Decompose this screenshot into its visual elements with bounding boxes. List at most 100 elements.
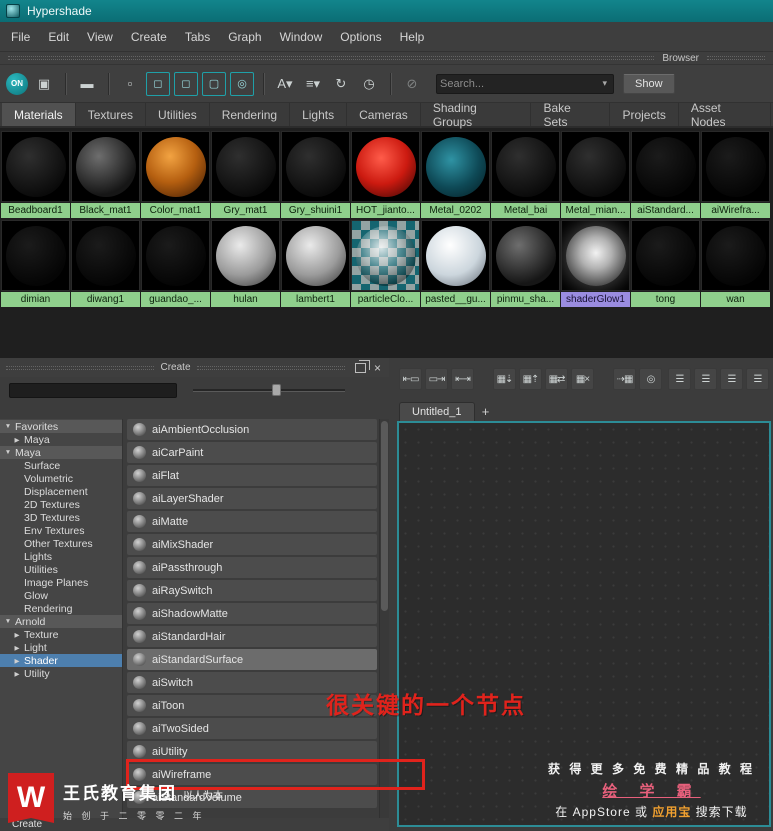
menu-edit[interactable]: Edit <box>39 22 78 51</box>
menu-options[interactable]: Options <box>331 22 390 51</box>
material-swatch-gry-shuini1[interactable]: Gry_shuini1 <box>281 131 350 218</box>
tree-item-texture[interactable]: ▶ Texture <box>0 628 122 641</box>
collapse-arrow-icon[interactable]: ▶ <box>13 644 21 652</box>
render-view-icon[interactable]: ▣ <box>32 72 56 96</box>
tab-textures[interactable]: Textures <box>76 103 147 126</box>
new-tab-button[interactable]: + <box>475 402 497 421</box>
expand-arrow-icon[interactable]: ▼ <box>4 618 12 625</box>
tree-item-rendering[interactable]: Rendering <box>0 602 122 615</box>
medium-swatch-icon[interactable]: ◻ <box>174 71 198 96</box>
node-item-aipassthrough[interactable]: aiPassthrough <box>127 557 377 578</box>
layout-full-icon[interactable]: ☰ <box>668 368 691 390</box>
sort-alphabetical-icon[interactable]: A▾ <box>273 72 297 96</box>
node-item-airayswitch[interactable]: aiRaySwitch <box>127 580 377 601</box>
node-item-ailayershader[interactable]: aiLayerShader <box>127 488 377 509</box>
material-swatch-particleclo[interactable]: particleClo... <box>351 220 420 307</box>
float-panel-icon[interactable] <box>354 359 370 373</box>
collapse-arrow-icon[interactable]: ▶ <box>13 670 21 678</box>
refresh-swatches-icon[interactable]: ↻ <box>329 72 353 96</box>
swatch-size-slider[interactable] <box>193 383 345 397</box>
node-item-aiutility[interactable]: aiUtility <box>127 741 377 762</box>
node-item-aitwosided[interactable]: aiTwoSided <box>127 718 377 739</box>
tab-lights[interactable]: Lights <box>290 103 348 126</box>
tree-item-arnold[interactable]: ▼ Arnold <box>0 615 122 628</box>
collapse-arrow-icon[interactable]: ▶ <box>13 436 21 444</box>
node-item-aistandardhair[interactable]: aiStandardHair <box>127 626 377 647</box>
menu-window[interactable]: Window <box>271 22 332 51</box>
tree-item-glow[interactable]: Glow <box>0 589 122 602</box>
title-bar[interactable]: Hypershade <box>0 0 773 22</box>
tab-shading-groups[interactable]: Shading Groups <box>421 101 532 129</box>
tree-item-env-textures[interactable]: Env Textures <box>0 524 122 537</box>
tree-item-light[interactable]: ▶ Light <box>0 641 122 654</box>
material-swatch-hot-jianto[interactable]: HOT_jianto... <box>351 131 420 218</box>
material-swatch-guandao[interactable]: guandao_... <box>141 220 210 307</box>
material-swatch-hulan[interactable]: hulan <box>211 220 280 307</box>
node-item-aimatte[interactable]: aiMatte <box>127 511 377 532</box>
show-output-connections-icon[interactable]: ▭⇥ <box>425 368 448 390</box>
tree-item-utilities[interactable]: Utilities <box>0 563 122 576</box>
collapse-arrow-icon[interactable]: ▶ <box>13 657 21 665</box>
node-item-aiambientocclusion[interactable]: aiAmbientOcclusion <box>127 419 377 440</box>
material-swatch-metal-0202[interactable]: Metal_0202 <box>421 131 490 218</box>
material-swatch-lambert1[interactable]: lambert1 <box>281 220 350 307</box>
menu-view[interactable]: View <box>78 22 122 51</box>
create-panel-header[interactable]: Create × <box>0 358 389 377</box>
material-swatch-pasted-gu[interactable]: pasted__gu... <box>421 220 490 307</box>
material-swatch-wan[interactable]: wan <box>701 220 770 307</box>
material-swatch-dimian[interactable]: dimian <box>1 220 70 307</box>
material-swatch-gry-mat1[interactable]: Gry_mat1 <box>211 131 280 218</box>
node-item-aiflat[interactable]: aiFlat <box>127 465 377 486</box>
material-swatch-diwang1[interactable]: diwang1 <box>71 220 140 307</box>
menu-graph[interactable]: Graph <box>219 22 270 51</box>
collapse-arrow-icon[interactable]: ▶ <box>13 631 21 639</box>
large-swatch-icon[interactable]: ▢ <box>202 71 226 96</box>
small-swatch-icon[interactable]: ◻ <box>146 71 170 96</box>
show-input-connections-icon[interactable]: ⇤▭ <box>399 368 422 390</box>
create-filter-input[interactable] <box>9 382 177 398</box>
filter-off-icon[interactable]: ⊘ <box>400 72 424 96</box>
menu-tabs[interactable]: Tabs <box>176 22 219 51</box>
tab-projects[interactable]: Projects <box>610 103 679 126</box>
material-swatch-shaderglow1[interactable]: shaderGlow1 <box>561 220 630 307</box>
graph-selected-icon[interactable]: ▦⇄ <box>545 368 568 390</box>
tree-item-shader[interactable]: ▶ Shader <box>0 654 122 667</box>
tab-cameras[interactable]: Cameras <box>347 103 421 126</box>
tree-item-utility[interactable]: ▶ Utility <box>0 667 122 680</box>
expand-arrow-icon[interactable]: ▼ <box>4 423 12 430</box>
slider-handle[interactable] <box>272 384 282 396</box>
tab-rendering[interactable]: Rendering <box>210 103 291 126</box>
node-item-aishadowmatte[interactable]: aiShadowMatte <box>127 603 377 624</box>
tree-item-maya[interactable]: ▶ Maya <box>0 433 122 446</box>
extra-small-swatch-icon[interactable]: ▫ <box>118 72 142 96</box>
clear-graph-icon[interactable]: ▦× <box>571 368 594 390</box>
tree-item-volumetric[interactable]: Volumetric <box>0 472 122 485</box>
tab-asset-nodes[interactable]: Asset Nodes <box>679 101 772 129</box>
material-swatch-beadboard1[interactable]: Beadboard1 <box>1 131 70 218</box>
node-item-aistandardsurface[interactable]: aiStandardSurface <box>127 649 377 670</box>
material-swatch-black-mat1[interactable]: Black_mat1 <box>71 131 140 218</box>
material-swatch-aistandard[interactable]: aiStandard... <box>631 131 700 218</box>
close-panel-icon[interactable]: × <box>372 362 383 374</box>
node-list-scrollbar[interactable] <box>379 419 389 831</box>
search-field[interactable]: ▾ <box>436 73 614 94</box>
material-swatch-tong[interactable]: tong <box>631 220 700 307</box>
menu-create[interactable]: Create <box>122 22 176 51</box>
sort-by-type-icon[interactable]: ≡▾ <box>301 72 325 96</box>
tree-item-surface[interactable]: Surface <box>0 459 122 472</box>
expand-arrow-icon[interactable]: ▼ <box>4 449 12 456</box>
layout-vertical-icon[interactable]: ☰ <box>720 368 743 390</box>
tab-materials[interactable]: Materials <box>2 103 76 126</box>
tree-item-maya[interactable]: ▼ Maya <box>0 446 122 459</box>
sphere-swatch-icon[interactable]: ◎ <box>230 71 254 96</box>
tree-item-displacement[interactable]: Displacement <box>0 485 122 498</box>
tree-item-3d-textures[interactable]: 3D Textures <box>0 511 122 524</box>
menu-help[interactable]: Help <box>391 22 434 51</box>
material-swatch-color-mat1[interactable]: Color_mat1 <box>141 131 210 218</box>
remove-from-graph-icon[interactable]: ▦⇡ <box>519 368 542 390</box>
search-input[interactable] <box>440 77 600 90</box>
tree-item-2d-textures[interactable]: 2D Textures <box>0 498 122 511</box>
show-button[interactable]: Show <box>623 73 675 94</box>
tree-item-image-planes[interactable]: Image Planes <box>0 576 122 589</box>
tab-bake-sets[interactable]: Bake Sets <box>531 101 611 129</box>
